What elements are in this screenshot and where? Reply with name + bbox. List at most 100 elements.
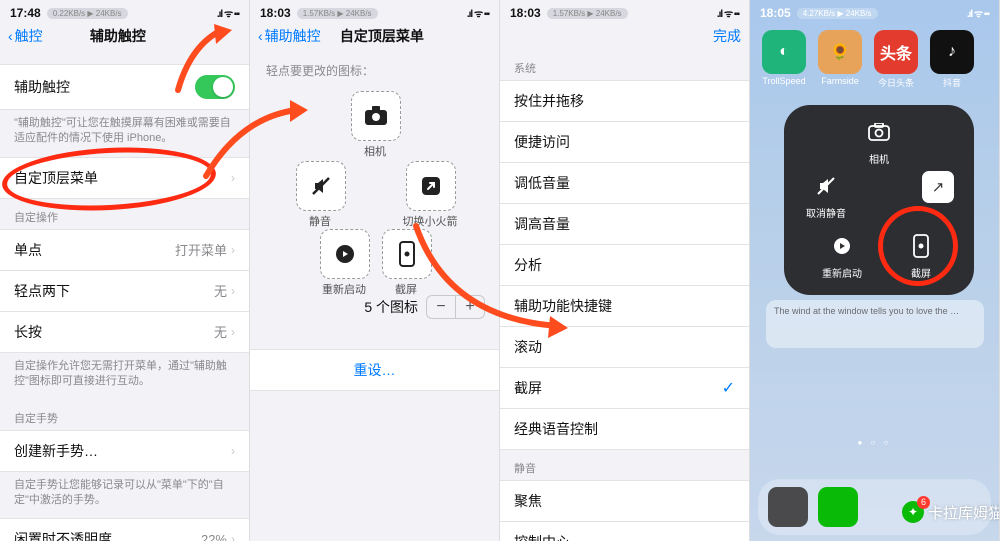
- panel-label: 截屏: [911, 265, 931, 280]
- reset-button[interactable]: 重设…: [250, 349, 499, 391]
- panel-item-screenshot[interactable]: 截屏: [906, 231, 936, 280]
- list-item[interactable]: 辅助功能快捷键: [500, 286, 749, 327]
- panel-item-camera[interactable]: 相机: [864, 117, 894, 166]
- status-net: 4.27KB/s ▶ 24KB/s: [797, 8, 878, 19]
- dock-app-wechat[interactable]: [818, 487, 858, 527]
- toggle-row-assistivetouch[interactable]: 辅助触控: [0, 64, 249, 110]
- app-label: Farmside: [821, 76, 859, 86]
- app-icon: ♪: [930, 30, 974, 74]
- list-item[interactable]: 经典语音控制: [500, 409, 749, 450]
- nav-bar: ‹辅助触控 自定顶层菜单: [250, 22, 499, 50]
- home-app[interactable]: 🌻 Farmside: [818, 30, 862, 89]
- list-item[interactable]: 调低音量: [500, 163, 749, 204]
- chevron-right-icon: ›: [231, 171, 235, 185]
- back-button[interactable]: ‹触控: [8, 26, 43, 46]
- app-label: TrollSpeed: [762, 76, 805, 86]
- status-signal-icons: .ıl ᯤ ▪▪: [967, 6, 989, 20]
- row-label: 辅助触控: [14, 77, 70, 97]
- home-app[interactable]: ♪抖音: [930, 30, 974, 89]
- footnote: "辅助触控"可让您在触摸屏幕有困难或需要自适应配件的情况下使用 iPhone。: [0, 110, 249, 157]
- chevron-right-icon: ›: [231, 243, 235, 257]
- status-net: 1.57KB/s ▶ 24KB/s: [547, 8, 628, 19]
- home-app[interactable]: ◐TrollSpeed: [762, 30, 806, 89]
- status-signal-icons: .ıl ᯤ ▪▪: [717, 6, 739, 20]
- icon-slot-restart[interactable]: [320, 229, 370, 279]
- icon-slot-mute[interactable]: [296, 161, 346, 211]
- row-idle-opacity[interactable]: 闲置时不透明度 22%›: [0, 518, 249, 541]
- row-single-tap[interactable]: 单点 打开菜单›: [0, 229, 249, 271]
- icon-label: 切换小火箭: [400, 213, 460, 229]
- nav-bar: 完成: [500, 22, 749, 50]
- status-bar: 18:031.57KB/s ▶ 24KB/s .ıl ᯤ ▪▪: [500, 0, 749, 22]
- assistivetouch-panel[interactable]: 相机 取消静音 ↗ 重新启动 截屏: [784, 105, 974, 295]
- dock-app-settings[interactable]: [768, 487, 808, 527]
- row-label: 聚焦: [514, 491, 542, 511]
- stepper-minus[interactable]: −: [427, 296, 456, 318]
- row-label: 分析: [514, 255, 542, 275]
- list-item[interactable]: 按住并拖移: [500, 80, 749, 122]
- row-screenshot-selected[interactable]: 截屏 ✓: [500, 368, 749, 409]
- row-label: 创建新手势…: [14, 441, 98, 461]
- count-stepper[interactable]: − +: [426, 295, 485, 319]
- status-bar: 18:05 4.27KB/s ▶ 24KB/s .ıl ᯤ ▪▪: [750, 0, 999, 22]
- screen-customize-top-menu: 18:031.57KB/s ▶ 24KB/s .ıl ᯤ ▪▪ ‹辅助触控 自定…: [250, 0, 500, 541]
- panel-item-rocket[interactable]: ↗: [922, 171, 954, 207]
- panel-item-unmute[interactable]: 取消静音: [806, 171, 846, 220]
- status-bar: 18:031.57KB/s ▶ 24KB/s .ıl ᯤ ▪▪: [250, 0, 499, 22]
- row-create-gesture[interactable]: 创建新手势… ›: [0, 430, 249, 472]
- panel-item-restart[interactable]: 重新启动: [822, 231, 862, 280]
- icon-slot-screenshot[interactable]: [382, 229, 432, 279]
- list-item[interactable]: 滚动: [500, 327, 749, 368]
- icon-slot-rocket[interactable]: [406, 161, 456, 211]
- nav-bar: ‹触控 辅助触控: [0, 22, 249, 50]
- app-icon: 头条: [874, 30, 918, 74]
- list-item[interactable]: 控制中心: [500, 522, 749, 541]
- row-customize-top-menu[interactable]: 自定顶层菜单 ›: [0, 157, 249, 199]
- chevron-left-icon: ‹: [8, 28, 13, 44]
- app-label: 今日头条: [878, 76, 914, 89]
- app-icon: 🌻: [818, 30, 862, 74]
- count-label: 5 个图标: [364, 297, 418, 317]
- shortcut-icon: ↗: [922, 171, 954, 203]
- shortcut-icon: [420, 175, 442, 197]
- home-app[interactable]: 头条今日头条: [874, 30, 918, 89]
- panel-label: 相机: [869, 151, 889, 166]
- list-item[interactable]: 调高音量: [500, 204, 749, 245]
- list-item[interactable]: 便捷访问: [500, 122, 749, 163]
- page-dots[interactable]: ● ○ ○: [750, 438, 999, 447]
- mute-icon: [309, 174, 333, 198]
- icon-count-bar: 5 个图标 − +: [250, 285, 499, 329]
- widget-text: The wind at the window tells you to love…: [774, 306, 959, 316]
- nav-title: 辅助触控: [90, 26, 146, 46]
- row-long-press[interactable]: 长按 无›: [0, 312, 249, 353]
- home-widget[interactable]: The wind at the window tells you to love…: [766, 300, 984, 348]
- badge-count: 6: [917, 496, 930, 509]
- status-time: 18:03: [260, 6, 291, 20]
- panel-label: 取消静音: [806, 205, 846, 220]
- back-button[interactable]: ‹辅助触控: [258, 26, 321, 46]
- status-time: 18:05: [760, 6, 791, 20]
- icon-label: 静音: [290, 213, 350, 229]
- list-item[interactable]: 分析: [500, 245, 749, 286]
- icon-label: 截屏: [376, 281, 436, 297]
- footnote: 自定操作允许您无需打开菜单，通过"辅助触控"图标即可直接进行互动。: [0, 353, 249, 400]
- stepper-plus[interactable]: +: [456, 296, 484, 318]
- toggle-switch-on[interactable]: [195, 75, 235, 99]
- row-label: 截屏: [514, 378, 542, 398]
- home-app-row: ◐TrollSpeed 🌻 Farmside 头条今日头条 ♪抖音: [750, 22, 999, 91]
- row-label: 滚动: [514, 337, 542, 357]
- done-button[interactable]: 完成: [713, 26, 741, 46]
- chevron-right-icon: ›: [231, 444, 235, 458]
- section-header-actions: 自定操作: [0, 199, 249, 229]
- screen-assistivetouch-settings: 17:480.22KB/s ▶ 24KB/s .ıl ᯤ ▪▪ ‹触控 辅助触控…: [0, 0, 250, 541]
- list-item[interactable]: 聚焦: [500, 480, 749, 522]
- chevron-right-icon: ›: [231, 532, 235, 541]
- row-double-tap[interactable]: 轻点两下 无›: [0, 271, 249, 312]
- row-label: 辅助功能快捷键: [514, 296, 612, 316]
- icon-slot-camera[interactable]: [351, 91, 401, 141]
- icon-label: 相机: [345, 143, 405, 159]
- watermark-chip: ✦6 卡拉库姆猫: [902, 501, 1000, 523]
- watermark-text: 卡拉库姆猫: [928, 502, 1000, 523]
- row-label: 自定顶层菜单: [14, 168, 98, 188]
- section-header-system: 系统: [500, 50, 749, 80]
